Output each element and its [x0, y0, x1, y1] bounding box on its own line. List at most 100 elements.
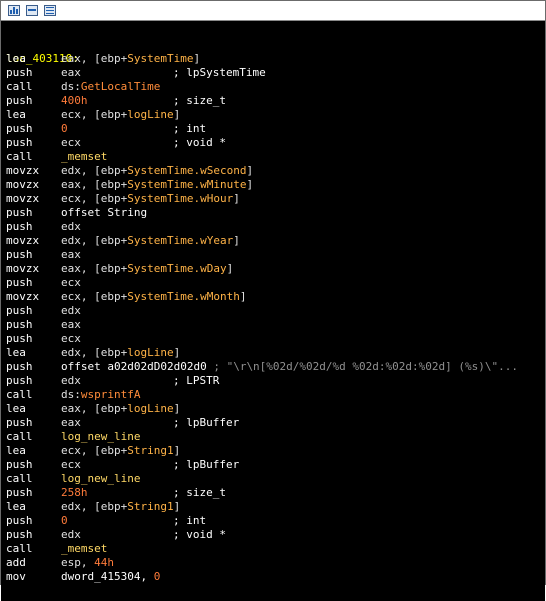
mnemonic: push [6, 374, 33, 387]
operands: esp, 44h [61, 556, 114, 570]
instruction-line[interactable]: push edx [1, 220, 545, 234]
instruction-line[interactable]: call log_new_line [1, 472, 545, 486]
comment: ; int [173, 514, 207, 527]
operand-token: 44h [94, 556, 114, 569]
operand-token: ecx [61, 276, 81, 289]
operand-token[interactable]: SystemTime.wDay [127, 262, 226, 275]
operand-token[interactable]: String1 [127, 500, 173, 513]
instruction-line[interactable]: lea ecx, [ebp+String1] [1, 444, 545, 458]
instruction-line[interactable]: movzx eax, [ebp+SystemTime.wMinute] [1, 178, 545, 192]
operand-token: edx [61, 220, 81, 233]
instruction-line[interactable]: push eax [1, 248, 545, 262]
instruction-line[interactable]: push ecx [1, 332, 545, 346]
instruction-line[interactable]: push eax ; lpSystemTime [1, 66, 545, 80]
operand-token[interactable]: logLine [127, 108, 173, 121]
instruction-line[interactable]: mov dword_415304, 0 [1, 570, 545, 584]
operands: edx [61, 528, 81, 542]
graph-view-icon[interactable] [8, 5, 20, 16]
operand-token[interactable]: log_new_line [61, 472, 140, 485]
instruction-line[interactable]: push 400h ; size_t [1, 94, 545, 108]
operand-token: edx [61, 374, 81, 387]
mnemonic: push [6, 416, 33, 429]
mnemonic: lea [6, 500, 26, 513]
operand-token[interactable]: GetLocalTime [81, 80, 160, 93]
instruction-line[interactable]: call ds:GetLocalTime [1, 80, 545, 94]
instruction-line[interactable]: movzx ecx, [ebp+SystemTime.wHour] [1, 192, 545, 206]
instruction-line[interactable]: push 0 ; int [1, 122, 545, 136]
operand-token[interactable]: log_new_line [61, 430, 140, 443]
operand-token[interactable]: SystemTime.wMinute [127, 178, 246, 191]
operands: ds:wsprintfA [61, 388, 140, 402]
instruction-line[interactable]: push 258h ; size_t [1, 486, 545, 500]
mnemonic: lea [6, 402, 26, 415]
mnemonic: movzx [6, 234, 40, 247]
operand-token: edx, [ebp+ [61, 346, 128, 359]
instruction-line[interactable]: push ecx ; lpBuffer [1, 458, 545, 472]
instruction-line[interactable]: lea edx, [ebp+logLine] [1, 346, 545, 360]
comment: ; void * [173, 136, 226, 149]
instruction-line[interactable]: movzx ecx, [ebp+SystemTime.wMonth] [1, 290, 545, 304]
operand-token[interactable]: SystemTime.wSecond [127, 164, 246, 177]
operand-token: edx, [ebp+ [61, 234, 128, 247]
instruction-line[interactable]: call _memset [1, 542, 545, 556]
operand-token[interactable]: _memset [61, 542, 107, 555]
instruction-line[interactable]: movzx edx, [ebp+SystemTime.wSecond] [1, 164, 545, 178]
operand-token: ] [173, 402, 181, 415]
instruction-line[interactable]: call _memset [1, 150, 545, 164]
operand-token: 0 [61, 514, 68, 527]
operand-token[interactable]: logLine [127, 346, 173, 359]
operand-token[interactable]: String1 [127, 444, 173, 457]
operand-token[interactable]: SystemTime [127, 52, 193, 65]
instruction-line[interactable]: lea ecx, [ebp+logLine] [1, 108, 545, 122]
comment: ; lpBuffer [173, 458, 240, 471]
instruction-line[interactable]: push offset String [1, 206, 545, 220]
instruction-line[interactable]: push edx ; LPSTR [1, 374, 545, 388]
instruction-line[interactable]: call log_new_line [1, 430, 545, 444]
mnemonic: push [6, 206, 33, 219]
operand-token: ds: [61, 80, 81, 93]
operand-token: ] [173, 108, 181, 121]
instruction-line[interactable]: call ds:wsprintfA [1, 388, 545, 402]
operands: offset a02d02dD02d02d0 ; "\r\n[%02d/%02d… [61, 360, 518, 374]
instruction-line[interactable]: push 0 ; int [1, 514, 545, 528]
mnemonic: push [6, 66, 33, 79]
mnemonic: push [6, 514, 33, 527]
operand-token[interactable]: SystemTime.wHour [127, 192, 233, 205]
operand-token[interactable]: _memset [61, 150, 107, 163]
instruction-line[interactable]: movzx edx, [ebp+SystemTime.wYear] [1, 234, 545, 248]
instruction-line[interactable]: movzx eax, [ebp+SystemTime.wDay] [1, 262, 545, 276]
mnemonic: movzx [6, 178, 40, 191]
operand-token[interactable]: wsprintfA [81, 388, 141, 401]
instruction-line[interactable]: push edx ; void * [1, 528, 545, 542]
operand-token: offset String [61, 206, 148, 219]
mnemonic: push [6, 94, 33, 107]
comment: ; lpSystemTime [173, 66, 266, 79]
instruction-line[interactable]: push offset a02d02dD02d02d0 ; "\r\n[%02d/… [1, 360, 545, 374]
instruction-line[interactable]: push ecx [1, 276, 545, 290]
mnemonic: push [6, 486, 33, 499]
operand-token: eax, [ebp+ [61, 402, 128, 415]
comment: ; lpBuffer [173, 416, 240, 429]
disassembly-listing[interactable]: loc_403110: lea eax, [ebp+SystemTime] push… [1, 21, 545, 601]
operand-token: ] [173, 444, 181, 457]
instruction-line[interactable]: push eax ; lpBuffer [1, 416, 545, 430]
instruction-line[interactable]: push edx [1, 304, 545, 318]
operand-token[interactable]: SystemTime.wYear [127, 234, 233, 247]
operands: edx [61, 220, 81, 234]
mnemonic: push [6, 122, 33, 135]
instruction-line[interactable]: push ecx ; void * [1, 136, 545, 150]
operand-token: ] [246, 178, 254, 191]
operand-token: edx, [ebp+ [61, 164, 128, 177]
instruction-line[interactable]: lea eax, [ebp+SystemTime] [1, 52, 545, 66]
instruction-line[interactable]: push eax [1, 318, 545, 332]
instruction-line[interactable]: add esp, 44h [1, 556, 545, 570]
instruction-line[interactable]: lea edx, [ebp+String1] [1, 500, 545, 514]
instruction-line[interactable]: lea eax, [ebp+logLine] [1, 402, 545, 416]
text-view-icon[interactable] [44, 5, 56, 16]
mnemonic: push [6, 528, 33, 541]
operand-token: ] [239, 290, 247, 303]
operand-token[interactable]: SystemTime.wMonth [127, 290, 240, 303]
operand-token[interactable]: logLine [127, 402, 173, 415]
proximity-view-icon[interactable] [26, 5, 38, 16]
operand-token: ] [233, 192, 240, 205]
